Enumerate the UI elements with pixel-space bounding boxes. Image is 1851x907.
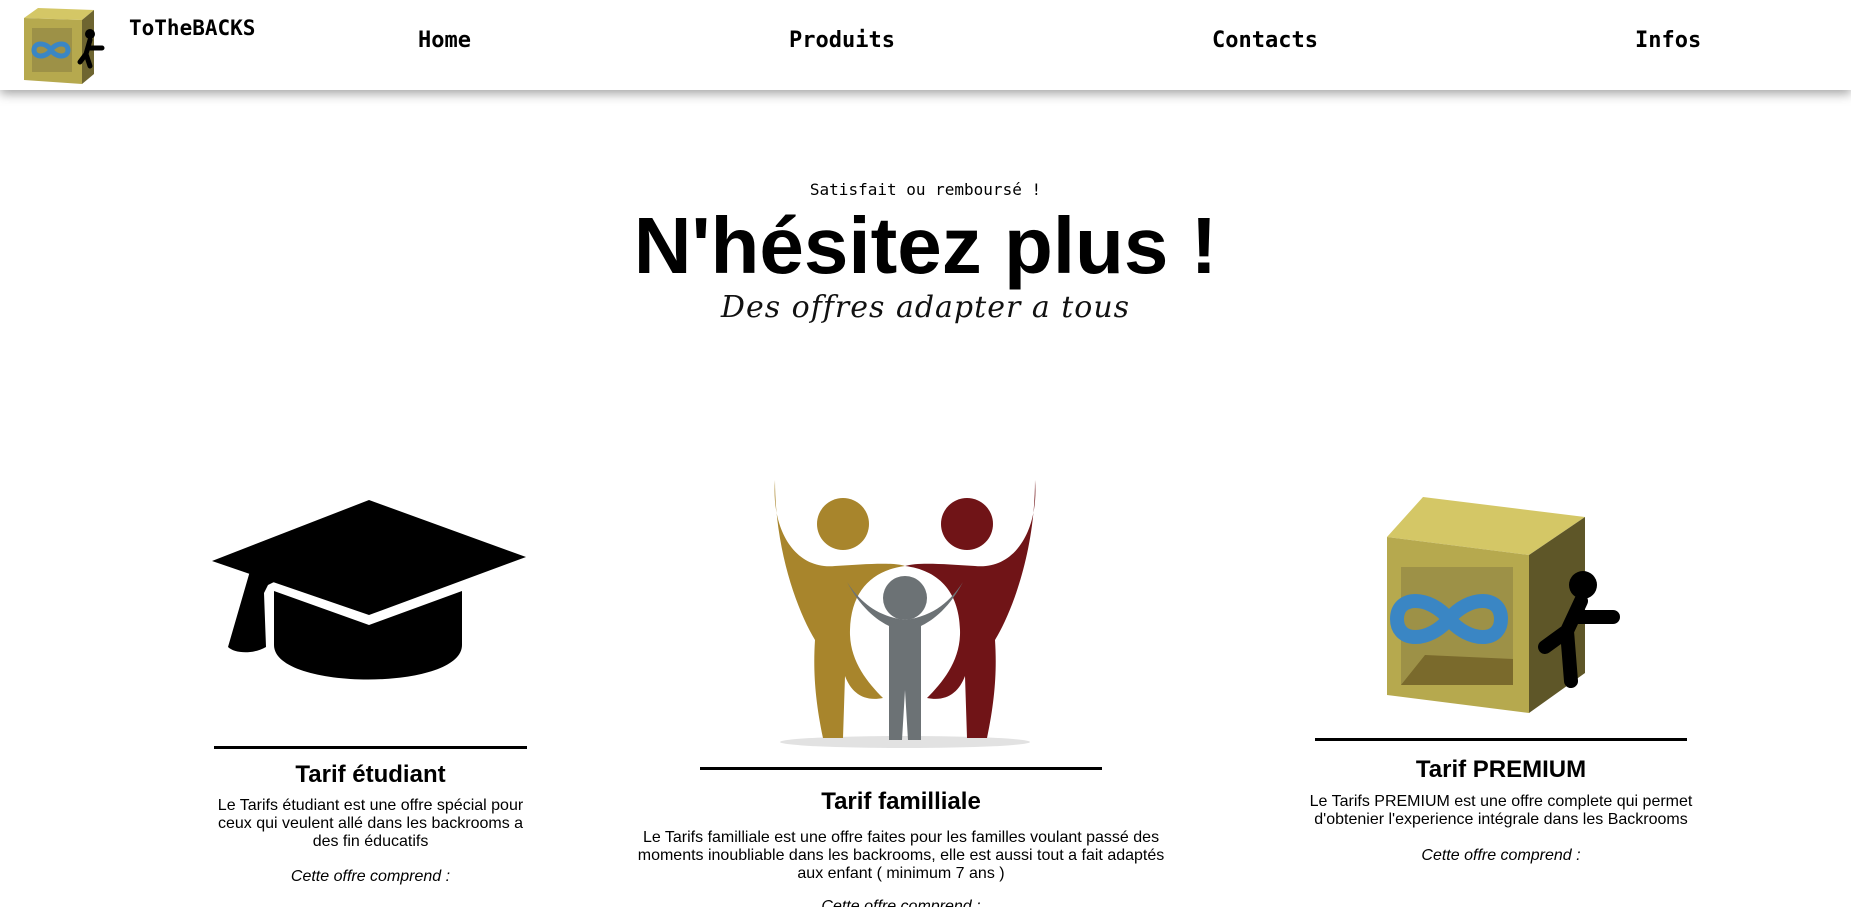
offer-title: Tarif étudiant: [295, 761, 446, 788]
family-icon: [774, 480, 1036, 748]
offer-includes: Cette offre comprend :: [821, 898, 981, 907]
graduation-cap-icon: [212, 500, 526, 680]
hero-title: N'hésitez plus !: [633, 201, 1218, 290]
nav-infos[interactable]: Infos: [1635, 28, 1701, 53]
hero-kicker: Satisfait ou remboursé !: [809, 180, 1042, 199]
offer-description: Le Tarifs PREMIUM est une offre complete…: [1309, 793, 1693, 828]
nav-home[interactable]: Home: [418, 28, 471, 53]
hero-subtitle: Des offres adapter a tous: [720, 290, 1131, 325]
brand-name[interactable]: ToTheBACKS: [129, 16, 255, 40]
nav-produits[interactable]: Produits: [789, 28, 895, 53]
offer-title: Tarif familliale: [821, 788, 981, 815]
offer-includes: Cette offre comprend :: [290, 868, 451, 885]
divider: [700, 767, 1102, 770]
offer-includes: Cette offre comprend :: [1421, 847, 1581, 864]
offer-description: Le Tarifs étudiant est une offre spécial…: [217, 797, 524, 850]
site-header: ToTheBACKS Home Produits Contacts Infos: [0, 0, 1851, 90]
offer-title: Tarif PREMIUM: [1415, 756, 1587, 783]
premium-box-icon: [1387, 497, 1620, 713]
divider: [1315, 738, 1687, 741]
logo-icon[interactable]: [20, 4, 110, 84]
divider: [214, 746, 527, 749]
offer-description: Le Tarifs familliale est une offre faite…: [637, 829, 1165, 882]
nav-contacts[interactable]: Contacts: [1212, 28, 1318, 53]
